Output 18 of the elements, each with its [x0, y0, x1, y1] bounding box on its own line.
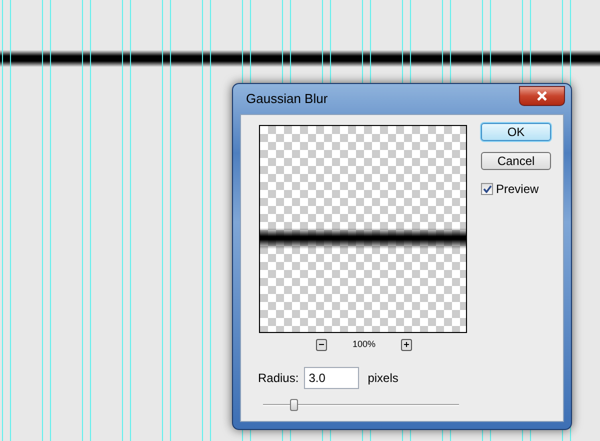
close-button[interactable] [519, 86, 565, 106]
unit-label: pixels [368, 370, 398, 387]
radius-slider[interactable] [263, 399, 459, 411]
dialog-button[interactable]: Cancel [481, 152, 551, 170]
zoom-in-button[interactable] [401, 338, 412, 351]
radius-label: Radius: [258, 370, 299, 387]
zoom-out-button[interactable] [316, 338, 327, 351]
radius-field[interactable]: 3.0 [304, 367, 359, 389]
window-title: Gaussian Blur [246, 90, 328, 108]
checkmark-icon [482, 185, 492, 193]
dialog-button[interactable]: OK [481, 123, 551, 141]
close-icon [537, 91, 547, 101]
preview-checkbox[interactable] [481, 183, 493, 195]
slider-thumb[interactable] [290, 399, 298, 411]
preview-label: Preview [496, 181, 539, 198]
zoom-level: 100% [352, 338, 376, 351]
minus-icon [319, 344, 324, 346]
plus-icon [404, 342, 409, 348]
